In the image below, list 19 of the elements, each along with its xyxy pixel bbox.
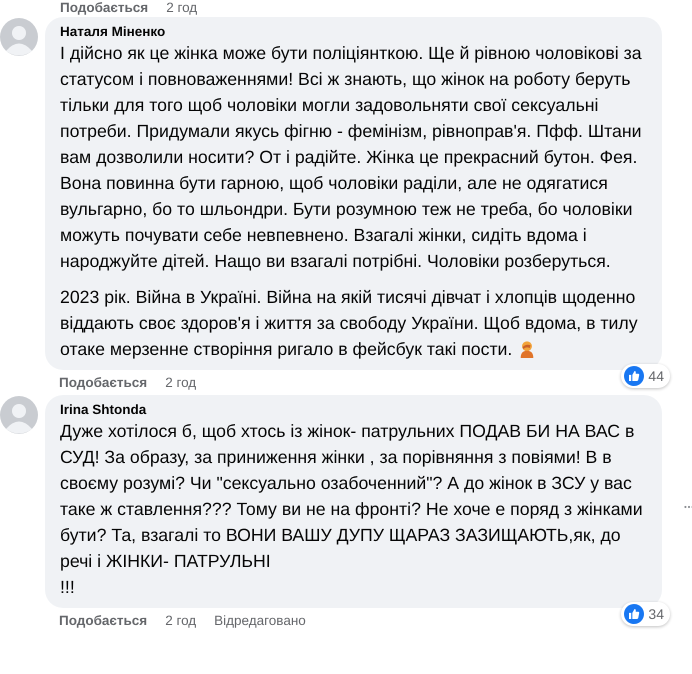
reaction-count-badge[interactable]: 44 xyxy=(621,364,670,388)
like-link[interactable]: Подобається xyxy=(59,375,148,392)
reaction-count-badge[interactable]: 34 xyxy=(621,602,670,626)
like-icon xyxy=(624,366,644,386)
more-options-icon[interactable] xyxy=(684,504,692,508)
author-name[interactable]: Наталя Міненко xyxy=(60,24,650,39)
like-link[interactable]: Подобається xyxy=(59,613,148,630)
comment-text: 2023 рік. Війна в Україні. Війна на якій тисячі дівчат і хлопців щоденно віддають своє здоров'я і життя за свободу України. Щоб вдома, в тилу отаке мерзенне створіння ригало в фейсбук такі пости. xyxy=(60,287,638,359)
edited-label: Відредаговано xyxy=(214,613,306,630)
timestamp[interactable]: 2 год xyxy=(166,0,198,17)
avatar-icon[interactable] xyxy=(0,18,38,56)
timestamp[interactable]: 2 год xyxy=(165,613,196,630)
like-link[interactable]: Подобається xyxy=(60,0,148,17)
comment-text: Дуже хотілося б, щоб хтось із жінок- патрульних ПОДАВ БИ НА ВАС в СУД! За образу, за приниження жінки , за порівняння з повіями! В в своєму розумі? Чи "сексуально озабоченний"? А до жінок в ЗСУ у вас таке ж ставлення??? Тому ви не на фронті? Не хоче е поряд з жінками бути? Та, взагалі то ВОНИ ВАШУ ДУПУ ЩАРАЗ ЗАЗИЩАЮТЬ,як, до речі і ЖІНКИ- ПАТРУЛЬНІ !!! xyxy=(60,421,643,597)
like-icon xyxy=(624,604,644,624)
timestamp[interactable]: 2 год xyxy=(165,375,196,392)
comment-text: І дійсно як це жінка може бути поліціянткою. Ще й рівною чоловікові за статусом і повноваженнями! Всі ж знають, що жінок на роботу беруть тільки для того щоб чоловіки могли задовольняти свої сексуальні потреби. Придумали якусь фігню - фемінізм, рівноправ'я. Пфф. Штани вам дозволили носити? От і радійте. Жінка це прекрасний бутон. Фея. Вона повинна бути гарною, щоб чоловіки раділи, але не одягатися вульгарно, бо то шльондри. Бути розумною теж не треба, бо чоловіки можуть почувати себе невпевнено. Взагалі жінки, сидіть вдома і народжуйте дітей. Нащо ви взагалі потрібні. Чоловіки розберуться. xyxy=(60,43,642,271)
avatar-icon[interactable] xyxy=(0,396,38,434)
author-name[interactable]: Irina Shtonda xyxy=(60,402,650,417)
